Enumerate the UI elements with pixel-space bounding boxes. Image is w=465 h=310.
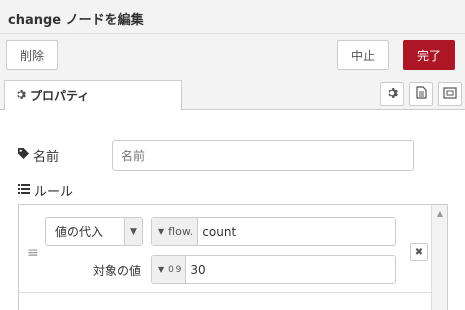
gear-icon [15,89,26,103]
tab-properties[interactable]: プロパティ [4,80,182,111]
cancel-button[interactable]: 中止 [337,40,389,70]
name-label-text: 名前 [33,150,60,165]
rule-target-input[interactable]: ▼ flow. count [151,217,396,246]
list-icon [18,183,30,198]
rule-row: ≡ 値の代入 ▼ ▼ flow. count 対象の値 ▼ 0 9 30 ✖ [19,205,431,293]
description-icon [415,86,427,102]
target-type-button[interactable]: ▼ flow. [152,218,199,245]
value-type-label: 0 9 [168,264,182,275]
drag-handle-icon[interactable]: ≡ [27,245,39,261]
name-input[interactable] [112,140,414,171]
settings-tab-button[interactable] [380,82,404,106]
dialog-title: change ノードを編集 [8,13,144,28]
appearance-tab-button[interactable] [438,82,462,106]
rule-action-select[interactable]: 値の代入 ▼ [45,217,143,246]
tab-properties-label: プロパティ [30,89,90,103]
gear-icon [386,87,398,102]
dialog-toolbar: 削除 中止 完了 [0,34,465,76]
value-type-button[interactable]: ▼ 0 9 [152,256,187,283]
chevron-down-icon: ▼ [124,218,142,245]
rules-scrollbar[interactable]: ▲ [431,205,447,310]
rule-value-input[interactable]: ▼ 0 9 30 [151,255,396,284]
scroll-up-icon[interactable]: ▲ [437,209,443,218]
target-value[interactable]: count [198,225,236,239]
appearance-icon [443,86,457,102]
remove-rule-button[interactable]: ✖ [410,243,428,261]
tag-icon [18,148,29,163]
target-type-label: flow. [168,225,194,238]
rules-label: ルール [18,181,73,200]
rules-label-text: ルール [34,185,74,200]
caret-down-icon: ▼ [158,265,165,274]
rule-action-value: 値の代入 [55,225,104,239]
remove-icon: ✖ [414,246,424,258]
rules-list: ≡ 値の代入 ▼ ▼ flow. count 対象の値 ▼ 0 9 30 ✖ ▲ [18,204,448,310]
name-label: 名前 [18,146,59,165]
delete-button[interactable]: 削除 [6,40,58,70]
value-value[interactable]: 30 [186,263,205,277]
done-button[interactable]: 完了 [403,40,455,70]
description-tab-button[interactable] [409,82,433,106]
caret-down-icon: ▼ [158,227,165,236]
rule-value-label: 対象の値 [93,264,142,278]
dialog-header: change ノードを編集 [0,0,465,34]
